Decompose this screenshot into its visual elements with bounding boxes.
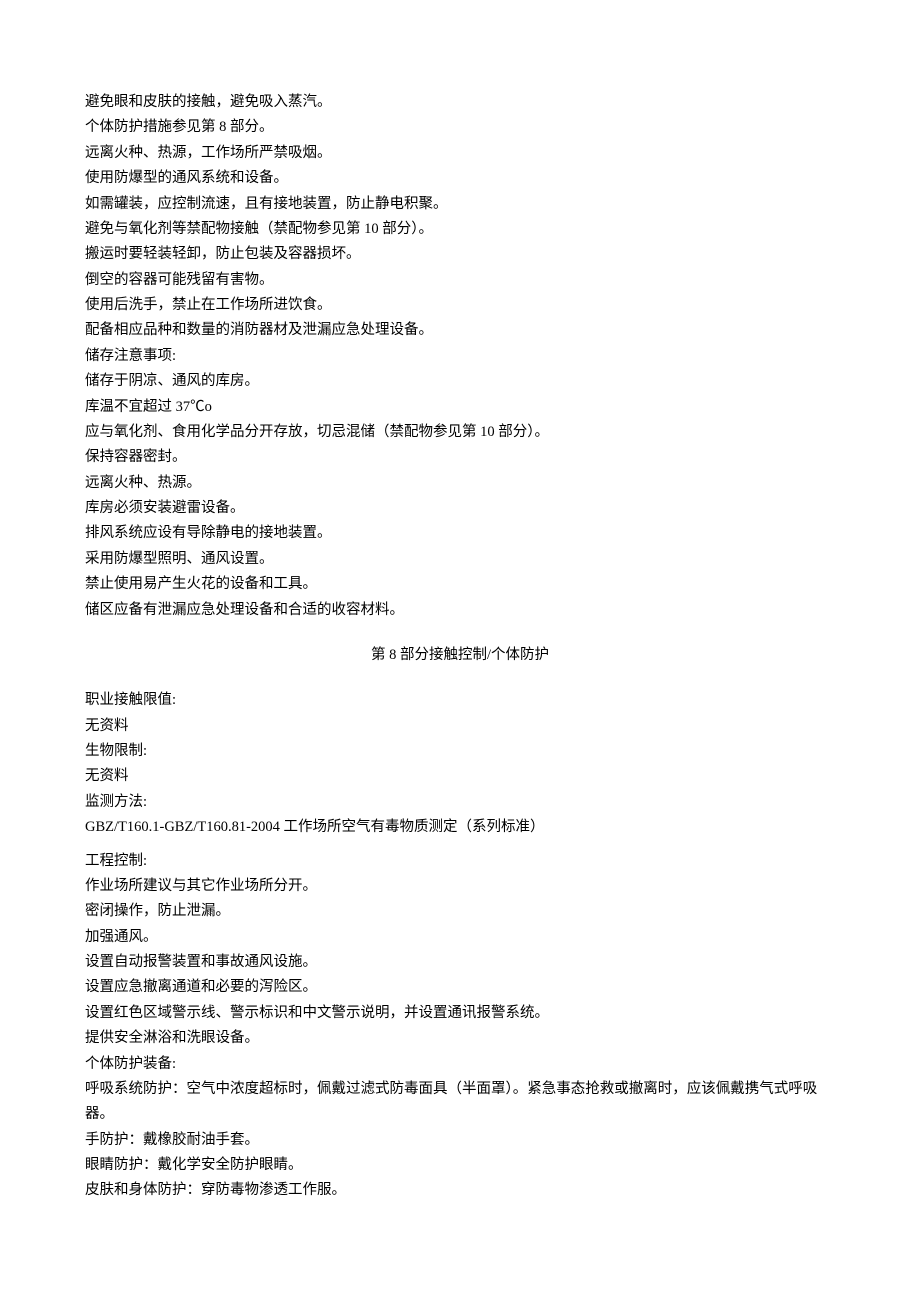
text-line: 禁止使用易产生火花的设备和工具。: [85, 572, 835, 597]
text-line: 搬运时要轻装轻卸，防止包装及容器损坏。: [85, 242, 835, 267]
text-line: 排风系统应设有导除静电的接地装置。: [85, 521, 835, 546]
section-8-block1: 职业接触限值: 无资料 生物限制: 无资料 监测方法: GBZ/T160.1-G…: [85, 688, 835, 840]
text-line: 配备相应品种和数量的消防器材及泄漏应急处理设备。: [85, 318, 835, 343]
text-line: 个体防护装备:: [85, 1052, 835, 1077]
text-line: 无资料: [85, 764, 835, 789]
section-8-heading: 第 8 部分接触控制/个体防护: [85, 643, 835, 668]
text-line: 生物限制:: [85, 739, 835, 764]
text-line: 作业场所建议与其它作业场所分开。: [85, 874, 835, 899]
text-line: 应与氧化剂、食用化学品分开存放，切忌混储（禁配物参见第 10 部分）。: [85, 420, 835, 445]
text-line: 保持容器密封。: [85, 445, 835, 470]
text-line: 库温不宜超过 37℃o: [85, 395, 835, 420]
text-line: 储存于阴凉、通风的库房。: [85, 369, 835, 394]
text-line: 避免与氧化剂等禁配物接触（禁配物参见第 10 部分）。: [85, 217, 835, 242]
text-line: 手防护：戴橡胶耐油手套。: [85, 1128, 835, 1153]
text-line: 呼吸系统防护：空气中浓度超标时，佩戴过滤式防毒面具（半面罩）。紧急事态抢救或撤离…: [85, 1077, 835, 1128]
text-line: 设置自动报警装置和事故通风设施。: [85, 950, 835, 975]
text-line: 眼睛防护：戴化学安全防护眼睛。: [85, 1153, 835, 1178]
text-line: 远离火种、热源，工作场所严禁吸烟。: [85, 141, 835, 166]
text-line: 使用防爆型的通风系统和设备。: [85, 166, 835, 191]
text-line: 采用防爆型照明、通风设置。: [85, 547, 835, 572]
text-line: 设置红色区域警示线、警示标识和中文警示说明，并设置通讯报警系统。: [85, 1001, 835, 1026]
text-line: 设置应急撤离通道和必要的泻险区。: [85, 975, 835, 1000]
text-line: 个体防护措施参见第 8 部分。: [85, 115, 835, 140]
text-line: 工程控制:: [85, 849, 835, 874]
text-line: 无资料: [85, 714, 835, 739]
text-line: 皮肤和身体防护：穿防毒物渗透工作服。: [85, 1178, 835, 1203]
section-8-block2: 工程控制: 作业场所建议与其它作业场所分开。 密闭操作，防止泄漏。 加强通风。 …: [85, 849, 835, 1204]
text-line: 如需罐装，应控制流速，且有接地装置，防止静电积聚。: [85, 192, 835, 217]
text-line: 储存注意事项:: [85, 344, 835, 369]
section-7-body: 避免眼和皮肤的接触，避免吸入蒸汽。 个体防护措施参见第 8 部分。 远离火种、热…: [85, 90, 835, 623]
text-line: 密闭操作，防止泄漏。: [85, 899, 835, 924]
text-line: 避免眼和皮肤的接触，避免吸入蒸汽。: [85, 90, 835, 115]
text-line: 远离火种、热源。: [85, 471, 835, 496]
text-line: 监测方法:: [85, 790, 835, 815]
text-line: 职业接触限值:: [85, 688, 835, 713]
text-line: 储区应备有泄漏应急处理设备和合适的收容材料。: [85, 598, 835, 623]
text-line: 提供安全淋浴和洗眼设备。: [85, 1026, 835, 1051]
text-line: 使用后洗手，禁止在工作场所进饮食。: [85, 293, 835, 318]
text-line: 倒空的容器可能残留有害物。: [85, 268, 835, 293]
text-line: 库房必须安装避雷设备。: [85, 496, 835, 521]
text-line: GBZ/T160.1-GBZ/T160.81-2004 工作场所空气有毒物质测定…: [85, 815, 835, 840]
text-line: 加强通风。: [85, 925, 835, 950]
